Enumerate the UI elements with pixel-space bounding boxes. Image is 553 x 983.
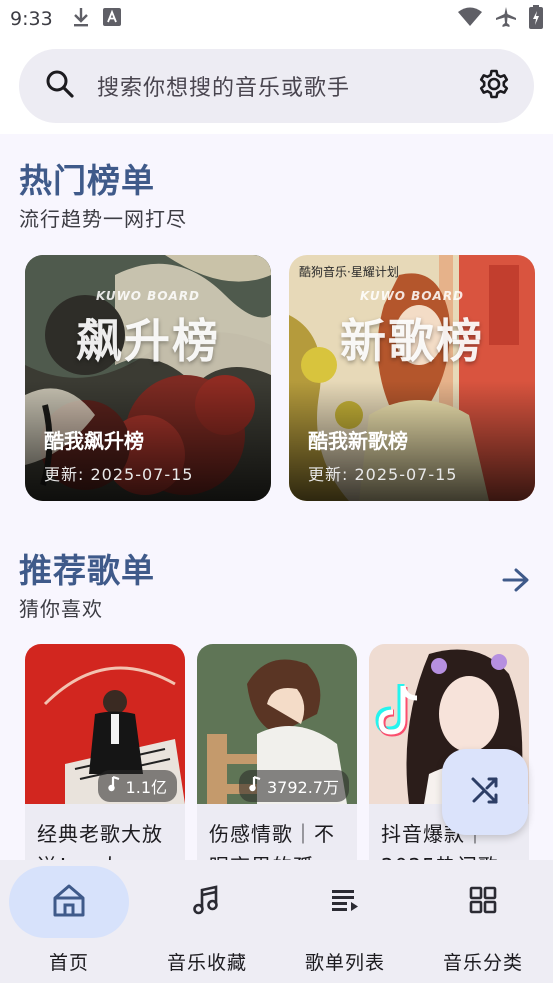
download-icon	[71, 6, 91, 32]
nav-item-favorites[interactable]: 音乐收藏	[138, 860, 276, 983]
battery-charging-icon	[529, 5, 543, 33]
chart-name: 酷我飙升榜	[44, 429, 144, 453]
shuffle-icon	[470, 775, 500, 809]
nav-item-home[interactable]: 首页	[0, 860, 138, 983]
music-note-icon	[107, 775, 120, 796]
search-icon[interactable]	[45, 69, 75, 103]
status-time: 9:33	[10, 8, 53, 30]
chart-updated: 更新: 2025-07-15	[44, 465, 194, 484]
status-bar: 9:33	[0, 0, 553, 38]
bottom-nav: 首页 音乐收藏 歌单列表 音乐分类	[0, 860, 553, 983]
cover-title: 飙升榜	[76, 314, 220, 368]
wifi-icon	[457, 7, 483, 31]
playlist-card[interactable]: 1.1亿 经典老歌大放送！一人	[25, 644, 185, 884]
nav-item-categories[interactable]: 音乐分类	[414, 860, 552, 983]
play-count-badge: 3792.7万	[239, 770, 349, 802]
playlist-icon	[330, 885, 360, 919]
chart-card-soaring[interactable]: KUWO BOARD 飙升榜 酷我飙升榜 更新: 2025-07-15	[25, 255, 271, 501]
recommended-subtitle: 猜你喜欢	[19, 597, 103, 621]
chart-name: 酷我新歌榜	[308, 429, 408, 453]
music-note-icon	[191, 884, 223, 920]
play-count-badge: 1.1亿	[97, 770, 177, 802]
board-tag: KUWO BOARD	[95, 289, 201, 303]
corner-text: 酷狗音乐·星耀计划	[299, 265, 399, 279]
nav-item-playlists[interactable]: 歌单列表	[276, 860, 414, 983]
grid-icon	[469, 886, 497, 918]
chart-updated: 更新: 2025-07-15	[308, 465, 458, 484]
arrow-right-icon[interactable]	[498, 562, 534, 598]
shuffle-button[interactable]	[442, 749, 528, 835]
hot-charts-subtitle: 流行趋势一网打尽	[19, 207, 187, 231]
airplane-icon	[495, 6, 517, 32]
gear-icon[interactable]	[478, 68, 510, 104]
play-count: 1.1亿	[125, 778, 167, 797]
music-note-icon	[249, 775, 261, 796]
nav-label: 首页	[48, 952, 89, 974]
cover-title: 新歌榜	[340, 314, 484, 368]
search-area: 搜索你想搜的音乐或歌手	[0, 38, 553, 134]
play-count: 3792.7万	[267, 778, 339, 797]
board-tag: KUWO BOARD	[359, 289, 465, 303]
search-bar[interactable]: 搜索你想搜的音乐或歌手	[19, 49, 534, 123]
font-a-icon	[102, 8, 121, 30]
hot-charts-title: 热门榜单	[19, 161, 155, 200]
nav-label: 音乐收藏	[166, 952, 247, 974]
home-icon	[51, 882, 87, 922]
search-input[interactable]: 搜索你想搜的音乐或歌手	[97, 70, 478, 102]
recommended-title: 推荐歌单	[19, 551, 155, 590]
playlist-card[interactable]: 3792.7万 伤感情歌｜不眠夜里的孤	[197, 644, 357, 884]
nav-label: 歌单列表	[304, 952, 385, 974]
nav-label: 音乐分类	[442, 952, 523, 974]
chart-card-new-songs[interactable]: 酷狗音乐·星耀计划 KUWO BOARD 新歌榜 酷我新歌榜 更新: 2025-…	[289, 255, 535, 501]
